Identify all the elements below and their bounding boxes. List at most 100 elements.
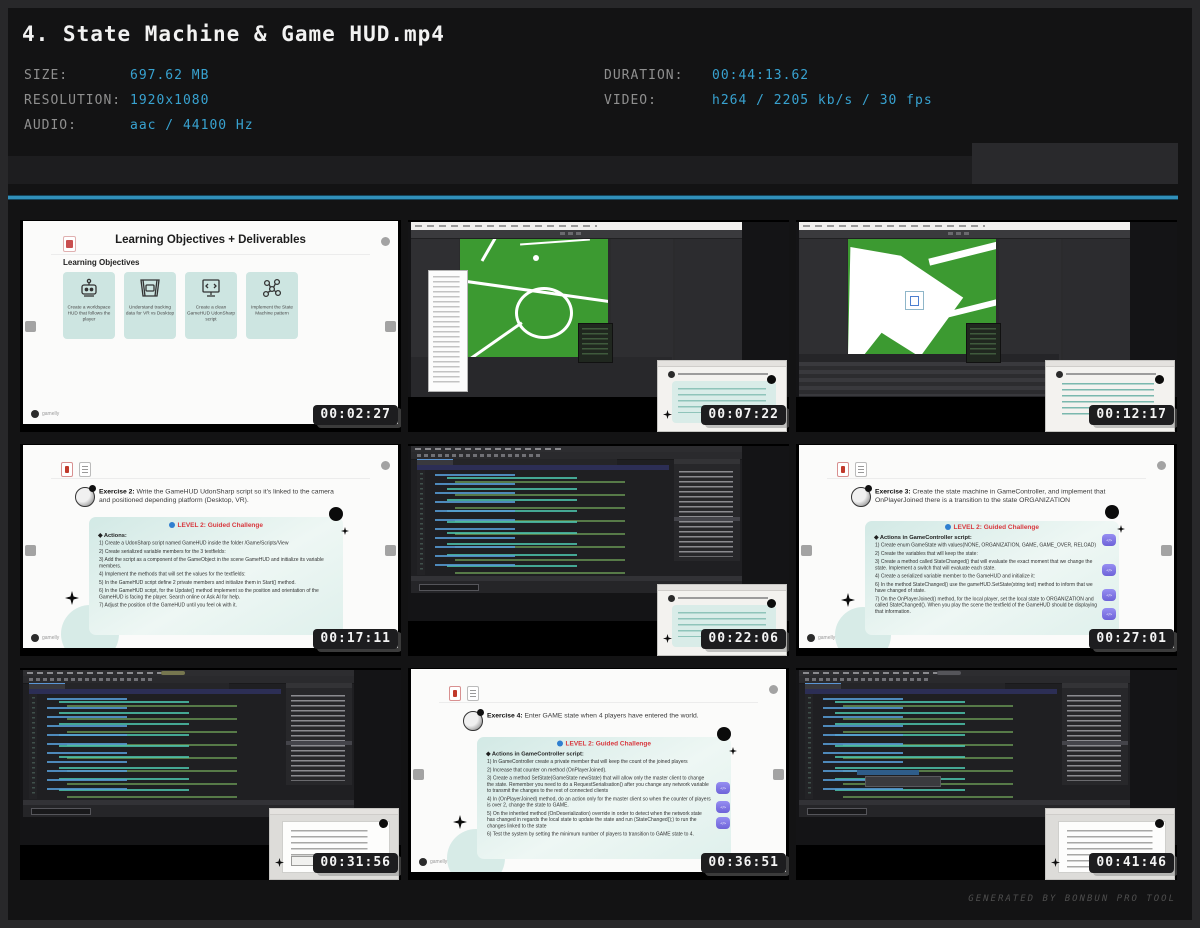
action-item: 7) Adjust the position of the GameHUD un… — [99, 603, 334, 609]
actions-label: ◆ Actions in GameController script: — [874, 534, 1119, 541]
pip-circle-decoration — [767, 599, 776, 608]
exercise-heading: Exercise 3: Create the state machine in … — [875, 487, 1111, 504]
resolution-label: RESOLUTION: — [24, 93, 121, 108]
thumbnail-3[interactable]: 00:12:17 — [796, 220, 1177, 432]
action-item: 5) On the inherited method (OnDeserializ… — [487, 811, 711, 830]
unity-console-panel — [799, 354, 1059, 397]
action-item: 1) Create enum GameState with values(NON… — [875, 543, 1099, 549]
thumbnail-4[interactable]: Exercise 2: Write the GameHUD UdonSharp … — [20, 444, 401, 656]
action-item: 5) In the GameHUD script define 2 privat… — [99, 580, 334, 586]
state-graph-icon — [260, 277, 284, 299]
slide-zoom-button — [769, 685, 778, 694]
thumbnail-1[interactable]: Learning Objectives + Deliverables Learn… — [20, 220, 401, 432]
list-icon — [79, 462, 91, 477]
actions-box: LEVEL 2: Guided Challenge ◆ Actions in G… — [865, 521, 1119, 635]
slide-subtitle: Learning Objectives — [63, 258, 139, 267]
slide-next-handle — [385, 321, 396, 332]
brand-logo-text: gamelly — [430, 859, 460, 865]
exercise-number: Exercise 4: — [487, 712, 523, 720]
thumbnail-5[interactable]: 00:22:06 — [408, 444, 789, 656]
timestamp-badge: 00:36:51 — [701, 853, 786, 873]
list-icon — [855, 462, 867, 477]
action-item: 6) Test the system by setting the minimu… — [487, 832, 711, 838]
vs-run-button — [937, 671, 961, 675]
objective-card: Understand tracking data for VR vs Deskt… — [124, 272, 176, 339]
level-badge: LEVEL 2: Guided Challenge — [89, 521, 343, 529]
code-snippet-button: </> — [1102, 534, 1116, 546]
slide-next-handle — [773, 769, 784, 780]
circle-decoration — [329, 507, 343, 521]
size-value: 697.62 MB — [130, 68, 209, 83]
vs-selected-row — [286, 741, 352, 745]
pip-window-bar — [658, 585, 786, 591]
slide-divider — [51, 254, 370, 255]
brand-logo-text: gamelly — [42, 411, 72, 417]
thumbnail-8[interactable]: Exercise 4: Enter GAME state when 4 play… — [408, 668, 789, 880]
action-item: 2) Create the variables that will keep t… — [875, 551, 1099, 557]
slide-zoom-button — [381, 461, 390, 470]
slide-exercise-2: Exercise 2: Write the GameHUD UdonSharp … — [23, 445, 398, 648]
timestamp-badge: 00:22:06 — [701, 629, 786, 649]
actions-box: LEVEL 2: Guided Challenge ◆ Actions in G… — [477, 737, 731, 859]
slide-divider — [827, 478, 1146, 479]
unity-toolbar — [411, 230, 742, 239]
brand-logo: gamelly — [31, 632, 102, 643]
code-snippet-button: </> — [1102, 608, 1116, 620]
timestamp-badge: 00:07:22 — [701, 405, 786, 425]
timestamp-badge: 00:12:17 — [1089, 405, 1174, 425]
objective-card: Create a clean GameHUD UdonSharp script — [185, 272, 237, 339]
mascot-avatar — [851, 487, 871, 507]
actions-box-content: LEVEL 2: Guided Challenge ◆ Actions in G… — [865, 521, 1119, 635]
action-item: 4) Create a serialized variable member t… — [875, 574, 1099, 580]
action-item: 1) In GameController create a private me… — [487, 759, 711, 765]
scrub-bar[interactable] — [8, 156, 972, 184]
exercise-text: Create the state machine in GameControll… — [875, 488, 1105, 504]
pip-heading-line — [1066, 373, 1156, 375]
video-filename: 4. State Machine & Game HUD.mp4 — [22, 22, 445, 46]
thumbnail-9[interactable]: 00:41:46 — [796, 668, 1177, 880]
field-line — [520, 239, 590, 245]
slide-title: Learning Objectives + Deliverables — [23, 234, 398, 246]
brand-logo: gamelly — [807, 632, 878, 643]
pip-circle-decoration — [767, 375, 776, 384]
brand-logo-icon — [31, 410, 39, 418]
diamond-icon: ◆ — [874, 535, 878, 541]
pip-heading-line — [678, 373, 768, 375]
star-decoration — [453, 815, 467, 829]
field-line — [460, 321, 523, 357]
vs-line-numbers — [29, 694, 37, 799]
actions-box: LEVEL 2: Guided Challenge ◆ Actions: 1) … — [89, 517, 343, 635]
action-item: 3) Add the script as a component of the … — [99, 557, 334, 570]
actions-label: ◆ Actions: — [98, 532, 343, 539]
action-item: 3) Create a method SetState(GameState ne… — [487, 776, 711, 795]
gizmo-dot — [533, 255, 539, 261]
thumbnail-6[interactable]: Exercise 3: Create the state machine in … — [796, 444, 1177, 656]
diamond-icon: ◆ — [98, 533, 102, 539]
context-menu — [428, 270, 468, 392]
field-line — [928, 239, 996, 265]
vs-selected-row — [674, 517, 740, 521]
script-icon — [199, 277, 223, 299]
thumbnail-2[interactable]: 00:07:22 — [408, 220, 789, 432]
scrub-bar-highlight[interactable] — [972, 143, 1178, 184]
vs-line-numbers — [805, 694, 813, 799]
action-item: 3) Create a method called StateChanged()… — [875, 559, 1099, 572]
slide-prev-handle — [801, 545, 812, 556]
code-snippet-button: </> — [716, 817, 730, 829]
vs-explorer-header — [286, 683, 352, 688]
audio-label: AUDIO: — [24, 118, 77, 133]
os-menubar — [799, 222, 1130, 230]
video-label: VIDEO: — [604, 93, 657, 108]
pip-window-bar — [270, 809, 398, 815]
pip-avatar-icon — [668, 371, 675, 378]
scene-dropdown-panel — [966, 323, 1001, 363]
timestamp-badge: 00:31:56 — [313, 853, 398, 873]
vs-code-editor — [425, 470, 669, 575]
home-icon — [449, 686, 461, 701]
exercise-number: Exercise 3: — [875, 488, 911, 496]
mascot-avatar — [75, 487, 95, 507]
thumbnail-7[interactable]: 00:31:56 — [20, 668, 401, 880]
objective-card-label: Understand tracking data for VR vs Deskt… — [124, 304, 176, 316]
actions-list: 1) Create enum GameState with values(NON… — [875, 543, 1099, 616]
slide-exercise-4: Exercise 4: Enter GAME state when 4 play… — [411, 669, 786, 872]
